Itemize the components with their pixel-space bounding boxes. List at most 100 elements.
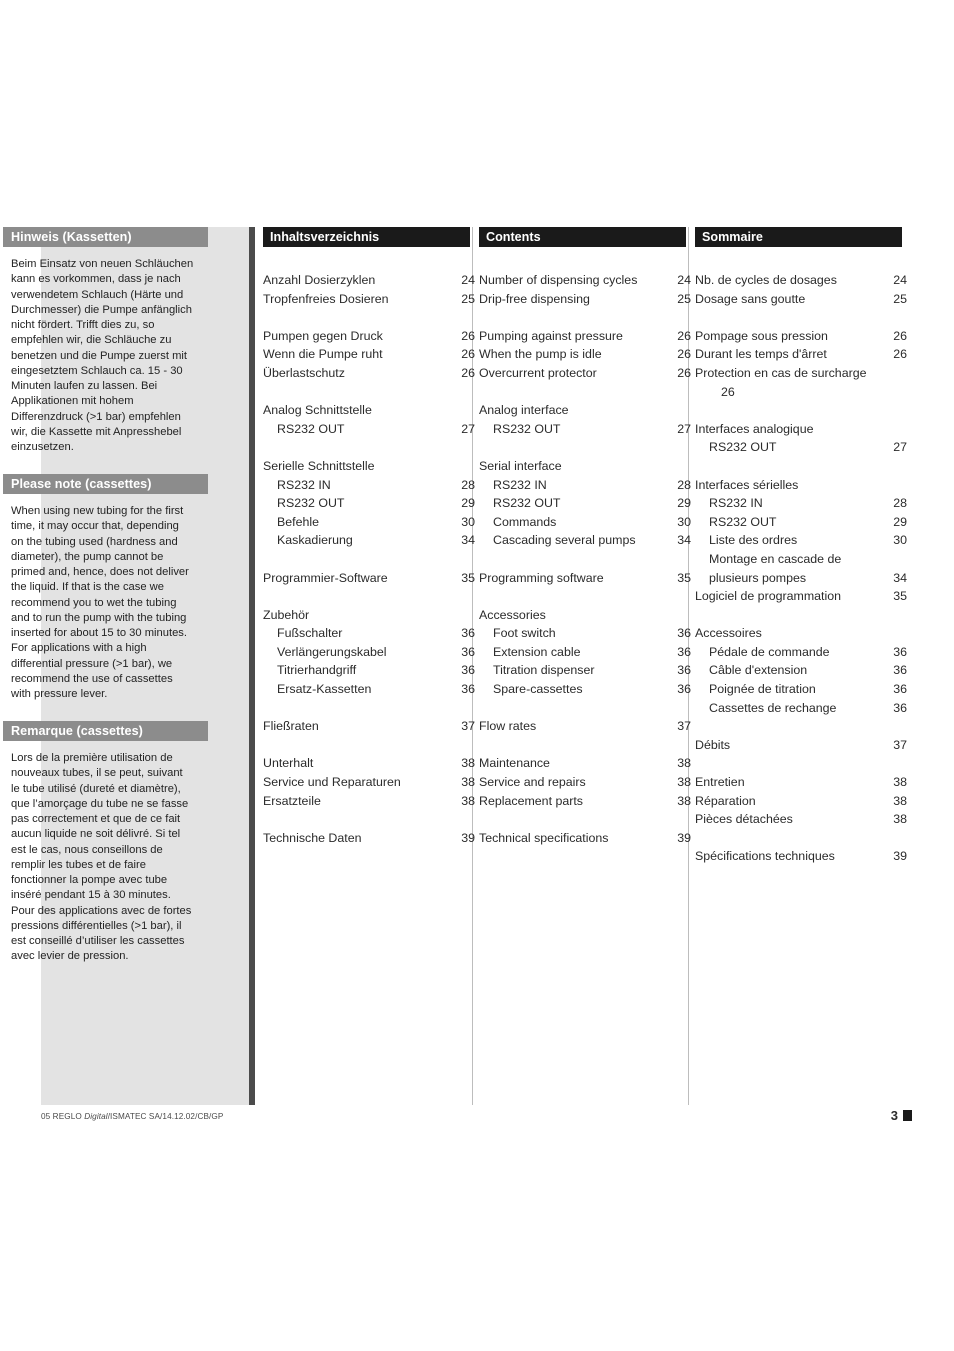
toc-entry[interactable]: Fließraten 37 [263, 717, 475, 736]
note-heading: Hinweis (Kassetten) [3, 227, 208, 247]
toc-entry[interactable]: Serielle Schnittstelle [263, 457, 475, 476]
toc-entry[interactable]: Protection en cas de surcharge [695, 364, 907, 383]
toc-entry-page: 38 [893, 812, 907, 827]
toc-entry[interactable]: Pompage sous pression 26 [695, 327, 907, 346]
toc-entry[interactable]: Replacement parts 38 [479, 792, 691, 811]
toc-entry[interactable]: Foot switch 36 [479, 624, 691, 643]
toc-entry[interactable]: Dosage sans goutte 25 [695, 290, 907, 309]
toc-entry[interactable]: Number of dispensing cycles 24 [479, 271, 691, 290]
toc-entry[interactable]: Service und Reparaturen 38 [263, 773, 475, 792]
toc-entry[interactable]: RS232 IN 28 [695, 494, 907, 513]
toc-entry[interactable]: Überlastschutz 26 [263, 364, 475, 383]
toc-entry[interactable]: Montage en cascade de [695, 550, 907, 569]
toc-entry[interactable]: Drip-free dispensing 25 [479, 290, 691, 309]
toc-entry[interactable]: Technische Daten 39 [263, 829, 475, 848]
toc-entry[interactable]: Durant les temps d'ârret 26 [695, 345, 907, 364]
toc-entry-page: 37 [893, 737, 907, 752]
toc-entry[interactable]: Titration dispenser 36 [479, 661, 691, 680]
toc-entry[interactable]: Spare-cassettes 36 [479, 680, 691, 699]
toc-entry[interactable]: Verlängerungskabel 36 [263, 643, 475, 662]
toc-entry[interactable]: Extension cable 36 [479, 643, 691, 662]
toc-heading-french: Sommaire [695, 227, 902, 247]
toc-entry[interactable]: Cassettes de rechange 36 [695, 699, 907, 718]
toc-entry-label: Débits [695, 737, 731, 752]
toc-entry-label: Tropfenfreies Dosieren [263, 291, 389, 306]
toc-entry[interactable]: When the pump is idle 26 [479, 345, 691, 364]
toc-entry-label: Number of dispensing cycles [479, 273, 638, 287]
toc-entry[interactable]: RS232 OUT 29 [479, 494, 691, 513]
toc-entry-page: 38 [893, 775, 907, 790]
toc-entry[interactable]: RS232 IN 28 [263, 476, 475, 495]
toc-entry[interactable]: Accessories [479, 606, 691, 625]
toc-entry[interactable]: Unterhalt 38 [263, 754, 475, 773]
toc-entry-page: 38 [677, 756, 691, 771]
note-block-german: Hinweis (Kassetten) Beim Einsatz von neu… [3, 227, 208, 455]
toc-entry[interactable]: Wenn die Pumpe ruht 26 [263, 345, 475, 364]
toc-entry[interactable]: RS232 OUT 29 [695, 513, 907, 532]
toc-entry[interactable]: Maintenance 38 [479, 754, 691, 773]
toc-entry[interactable]: Pumpen gegen Druck 26 [263, 327, 475, 346]
toc-spacer [479, 699, 691, 718]
toc-entry[interactable]: Ersatz-Kassetten 36 [263, 680, 475, 699]
toc-spacer [263, 736, 475, 755]
toc-entry-label: Cascading several pumps [493, 533, 636, 548]
toc-entry[interactable]: RS232 IN 28 [479, 476, 691, 495]
note-body: Lors de la première utilisation de nouve… [11, 752, 192, 963]
toc-spacer [479, 736, 691, 755]
toc-entry[interactable]: Pumping against pressure 26 [479, 327, 691, 346]
toc-entry[interactable]: Spécifications techniques 39 [695, 847, 907, 866]
toc-entry-label: Flow rates [479, 719, 537, 734]
toc-entry[interactable]: RS232 OUT 29 [263, 494, 475, 513]
toc-entry[interactable]: Accessoires [695, 624, 907, 643]
toc-entry-page: 35 [677, 570, 691, 585]
toc-entry[interactable]: Tropfenfreies Dosieren 25 [263, 290, 475, 309]
toc-entry[interactable]: Analog Schnittstelle [263, 401, 475, 420]
toc-entry[interactable]: Interfaces sérielles [695, 476, 907, 495]
toc-entry[interactable]: Analog interface [479, 401, 691, 420]
toc-entry-label: Extension cable [493, 644, 581, 659]
toc-list-german: Anzahl Dosierzyklen 24 Tropfenfreies Dosie… [263, 271, 475, 847]
toc-entry[interactable]: Serial interface [479, 457, 691, 476]
toc-entry[interactable]: Pièces détachées 38 [695, 810, 907, 829]
toc-entry[interactable]: Entretien 38 [695, 773, 907, 792]
toc-entry[interactable]: Interfaces analogique [695, 420, 907, 439]
toc-entry[interactable]: Liste des ordres 30 [695, 531, 907, 550]
toc-spacer [479, 308, 691, 327]
toc-entry[interactable]: Pédale de commande 36 [695, 643, 907, 662]
toc-entry[interactable]: Débits 37 [695, 736, 907, 755]
toc-entry[interactable]: Câble d'extension 36 [695, 661, 907, 680]
toc-entry[interactable]: Titrierhandgriff 36 [263, 661, 475, 680]
toc-entry[interactable]: Cascading several pumps 34 [479, 531, 691, 550]
toc-entry[interactable]: Service and repairs 38 [479, 773, 691, 792]
toc-entry[interactable]: Programming software 35 [479, 569, 691, 588]
toc-entry[interactable]: Technical specifications 39 [479, 829, 691, 848]
toc-entry[interactable]: RS232 OUT 27 [263, 420, 475, 439]
toc-entry[interactable]: Commands 30 [479, 513, 691, 532]
toc-entry-label: RS232 OUT [709, 514, 777, 529]
toc-entry[interactable]: Kaskadierung 34 [263, 531, 475, 550]
toc-entry[interactable]: Zubehör [263, 606, 475, 625]
toc-entry[interactable]: Réparation 38 [695, 792, 907, 811]
toc-entry[interactable]: RS232 OUT 27 [695, 438, 907, 457]
toc-entry[interactable]: 26 [695, 383, 907, 402]
toc-entry-page: 27 [893, 440, 907, 455]
toc-entry[interactable]: Flow rates 37 [479, 717, 691, 736]
toc-entry[interactable]: Befehle 30 [263, 513, 475, 532]
toc-entry-label: Serielle Schnittstelle [263, 458, 375, 473]
toc-entry-page: 29 [677, 496, 691, 511]
toc-entry[interactable]: Fußschalter 36 [263, 624, 475, 643]
toc-entry[interactable]: Anzahl Dosierzyklen 24 [263, 271, 475, 290]
toc-entry[interactable]: Logiciel de programmation 35 [695, 587, 907, 606]
toc-entry-label: Durant les temps d'ârret [695, 347, 827, 362]
footer-id-suffix: /ISMATEC SA/14.12.02/CB/GP [107, 1112, 224, 1121]
toc-entry[interactable]: Nb. de cycles de dosages 24 [695, 271, 907, 290]
toc-entry[interactable]: plusieurs pompes 34 [695, 569, 907, 588]
toc-entry[interactable]: Ersatzteile 38 [263, 792, 475, 811]
toc-entry-label: Foot switch [493, 626, 556, 641]
toc-entry[interactable]: RS232 OUT 27 [479, 420, 691, 439]
toc-entry-label: RS232 OUT [277, 496, 345, 511]
toc-entry[interactable]: Overcurrent protector 26 [479, 364, 691, 383]
toc-entry-page: 34 [461, 533, 475, 548]
toc-entry[interactable]: Poignée de titration 36 [695, 680, 907, 699]
toc-entry[interactable]: Programmier-Software 35 [263, 569, 475, 588]
